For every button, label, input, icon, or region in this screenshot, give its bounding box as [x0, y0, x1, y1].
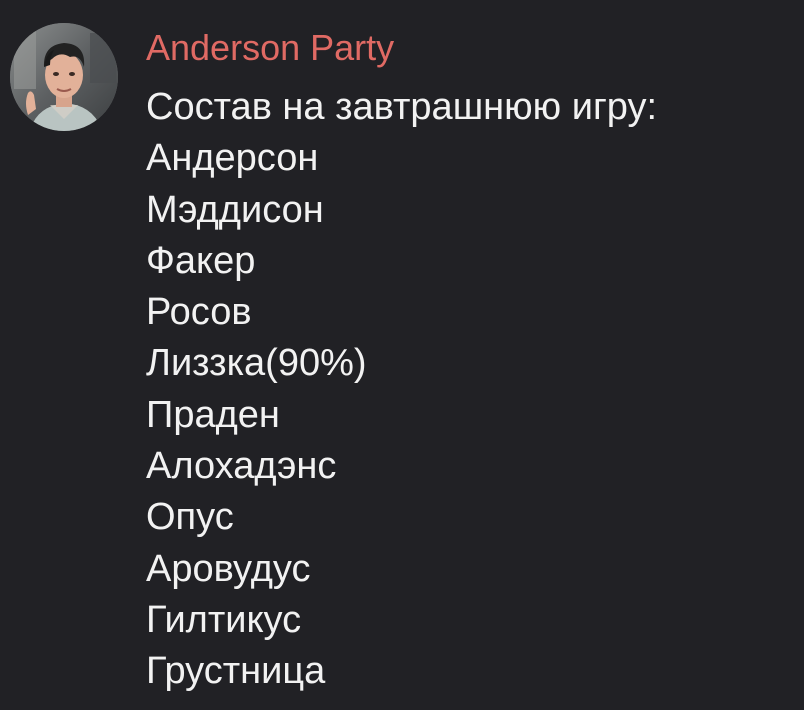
message-text: Состав на завтрашнюю игру: Андерсон Мэдд… — [146, 82, 786, 698]
sender-name[interactable]: Anderson Party — [146, 26, 394, 70]
roster-item: Гилтикус — [146, 598, 302, 641]
roster-item: Праден — [146, 393, 280, 436]
roster-item: Лиззка(90%) — [146, 342, 367, 385]
roster-item: Опус — [146, 496, 234, 539]
roster-item: Алохадэнс — [146, 445, 337, 488]
roster-item: Мэддисон — [146, 188, 324, 231]
avatar-photo — [10, 23, 118, 131]
message-intro: Состав на завтрашнюю игру: — [146, 86, 658, 128]
roster-item: Росов — [146, 291, 252, 334]
chat-message: Anderson Party Состав на завтрашнюю игру… — [0, 0, 804, 710]
roster-item: Андерсон — [146, 137, 319, 180]
avatar[interactable] — [10, 23, 118, 131]
roster-item: Грустница — [146, 650, 326, 693]
roster-item: Аровудус — [146, 547, 311, 590]
roster-item: Факер — [146, 239, 256, 282]
